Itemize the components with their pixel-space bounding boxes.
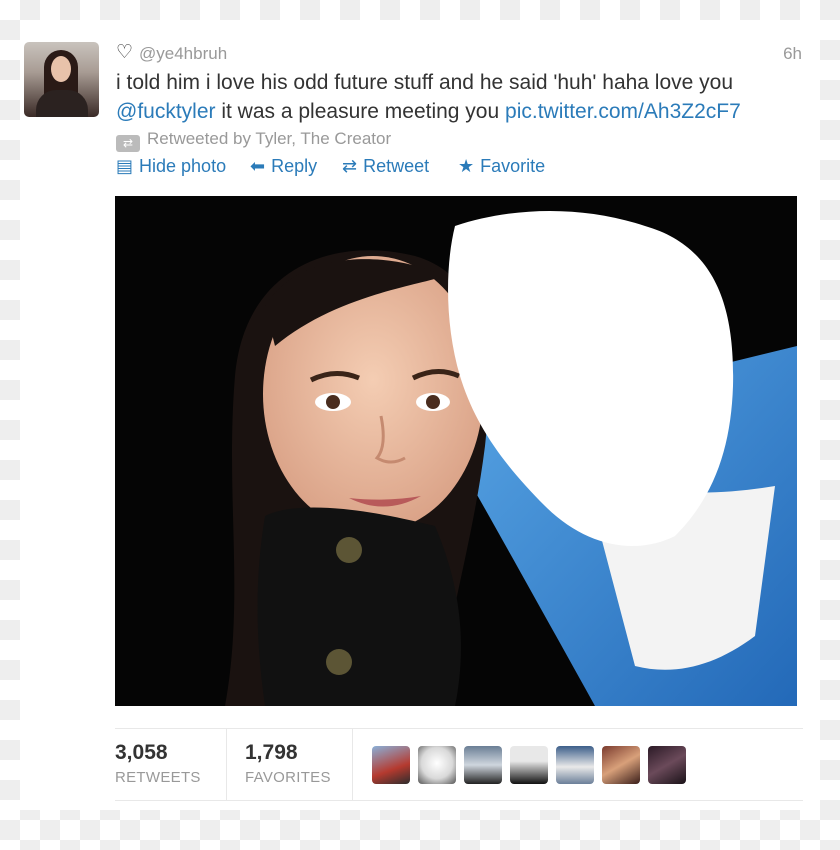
retweet-button[interactable]: ⇄ Retweet xyxy=(342,155,429,178)
tweet-timestamp[interactable]: 6h xyxy=(783,44,802,64)
stat-divider xyxy=(226,729,227,800)
retweeter-avatar[interactable] xyxy=(510,746,548,784)
photo-icon: ▤ xyxy=(116,156,134,177)
tweet-photo[interactable] xyxy=(115,196,797,706)
user-handle[interactable]: @ye4hbruh xyxy=(139,44,227,64)
reply-arrow-icon: ⬅ xyxy=(250,156,266,177)
retweeter-avatar[interactable] xyxy=(372,746,410,784)
retweeter-avatar[interactable] xyxy=(464,746,502,784)
retweets-label[interactable]: RETWEETS xyxy=(115,769,201,786)
stats-divider-top xyxy=(115,728,803,729)
favorites-label[interactable]: FAVORITES xyxy=(245,769,331,786)
favorite-button[interactable]: ★ Favorite xyxy=(458,155,545,178)
retweeter-avatar[interactable] xyxy=(556,746,594,784)
user-avatar[interactable] xyxy=(24,42,99,117)
reply-label: Reply xyxy=(271,156,318,176)
heart-icon[interactable]: ♡ xyxy=(116,42,133,62)
favorites-count[interactable]: 1,798 xyxy=(245,741,298,765)
hide-photo-label: Hide photo xyxy=(139,156,227,176)
tweet-header: ♡ @ye4hbruh 6h xyxy=(116,42,806,64)
tweet-text-part2: it was a pleasure meeting you xyxy=(215,100,506,123)
photo-image xyxy=(115,196,797,706)
tweet-text-part1: i told him i love his odd future stuff a… xyxy=(116,71,734,94)
hide-photo-button[interactable]: ▤ Hide photo xyxy=(116,155,226,178)
retweeted-by: ⇄ Retweeted by Tyler, The Creator xyxy=(116,128,392,152)
retweeter-avatar[interactable] xyxy=(602,746,640,784)
mention-link[interactable]: @fucktyler xyxy=(116,100,216,123)
retweeted-by-text: Retweeted by Tyler, The Creator xyxy=(147,129,392,148)
retweeter-avatar[interactable] xyxy=(418,746,456,784)
retweets-count[interactable]: 3,058 xyxy=(115,741,168,765)
favorite-label: Favorite xyxy=(480,156,546,176)
stat-divider xyxy=(352,729,353,800)
star-icon: ★ xyxy=(458,156,475,177)
reply-button[interactable]: ⬅ Reply xyxy=(250,155,317,178)
retweet-icon: ⇄ xyxy=(342,156,358,177)
retweet-label: Retweet xyxy=(363,156,430,176)
retweet-icon: ⇄ xyxy=(116,135,140,152)
stats-divider-bottom xyxy=(115,800,803,801)
tweet-text: i told him i love his odd future stuff a… xyxy=(116,68,806,126)
retweeter-avatar[interactable] xyxy=(648,746,686,784)
pic-link[interactable]: pic.twitter.com/Ah3Z2cF7 xyxy=(505,100,741,123)
